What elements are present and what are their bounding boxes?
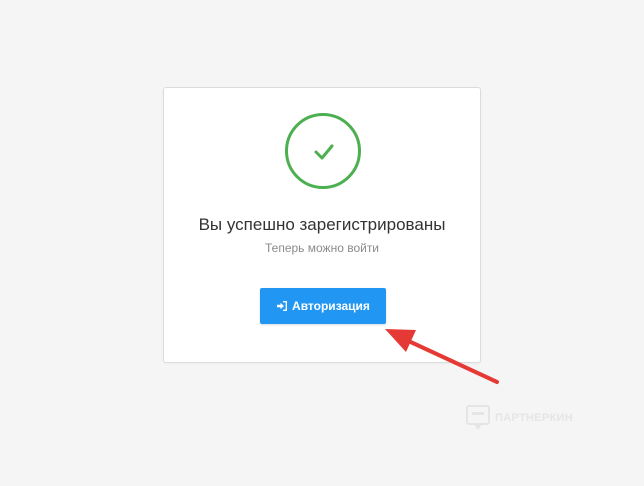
authorization-button-label: Авторизация <box>292 299 370 313</box>
authorization-button[interactable]: Авторизация <box>260 288 386 324</box>
success-check-circle <box>285 113 361 189</box>
success-subtitle: Теперь можно войти <box>264 241 380 255</box>
sign-in-icon <box>277 301 288 311</box>
success-title: Вы успешно зарегистрированы <box>198 215 446 234</box>
watermark-text: ПАРТНЕРКИН <box>495 412 573 424</box>
check-icon <box>314 144 334 160</box>
partnerkin-logo-icon <box>466 405 490 430</box>
partnerkin-watermark: ПАРТНЕРКИН <box>465 404 573 432</box>
pointer-arrow <box>385 329 499 384</box>
